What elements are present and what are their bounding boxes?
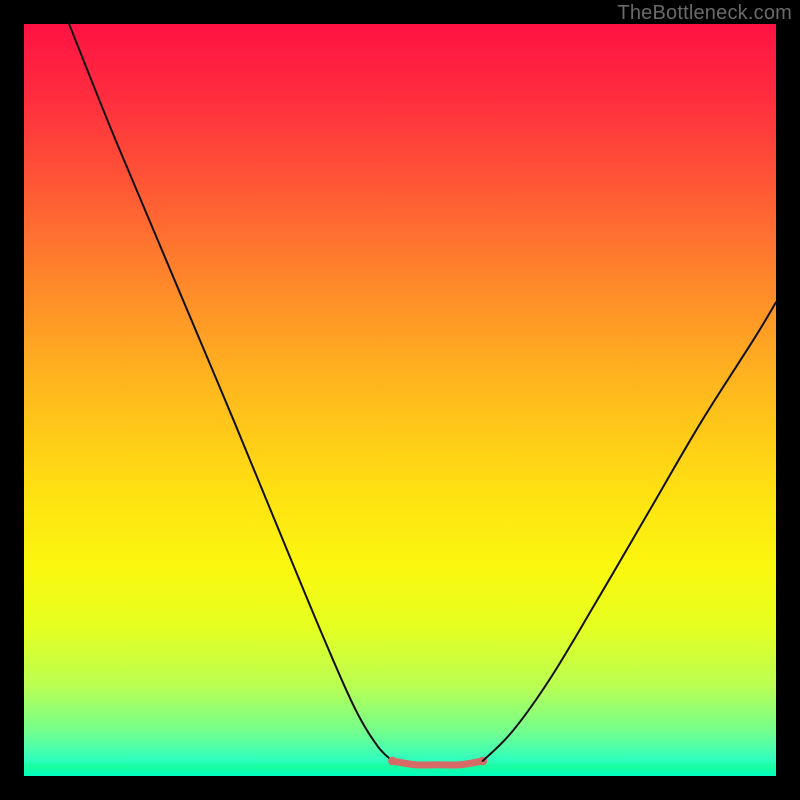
series-left-branch	[69, 24, 392, 761]
watermark-text: TheBottleneck.com	[617, 2, 792, 25]
series-floor-endcap	[388, 757, 397, 766]
series-right-branch	[483, 302, 776, 761]
plot-area	[24, 24, 776, 776]
series-floor	[392, 761, 482, 765]
bottleneck-curve	[24, 24, 776, 776]
chart-frame: TheBottleneck.com	[0, 0, 800, 800]
